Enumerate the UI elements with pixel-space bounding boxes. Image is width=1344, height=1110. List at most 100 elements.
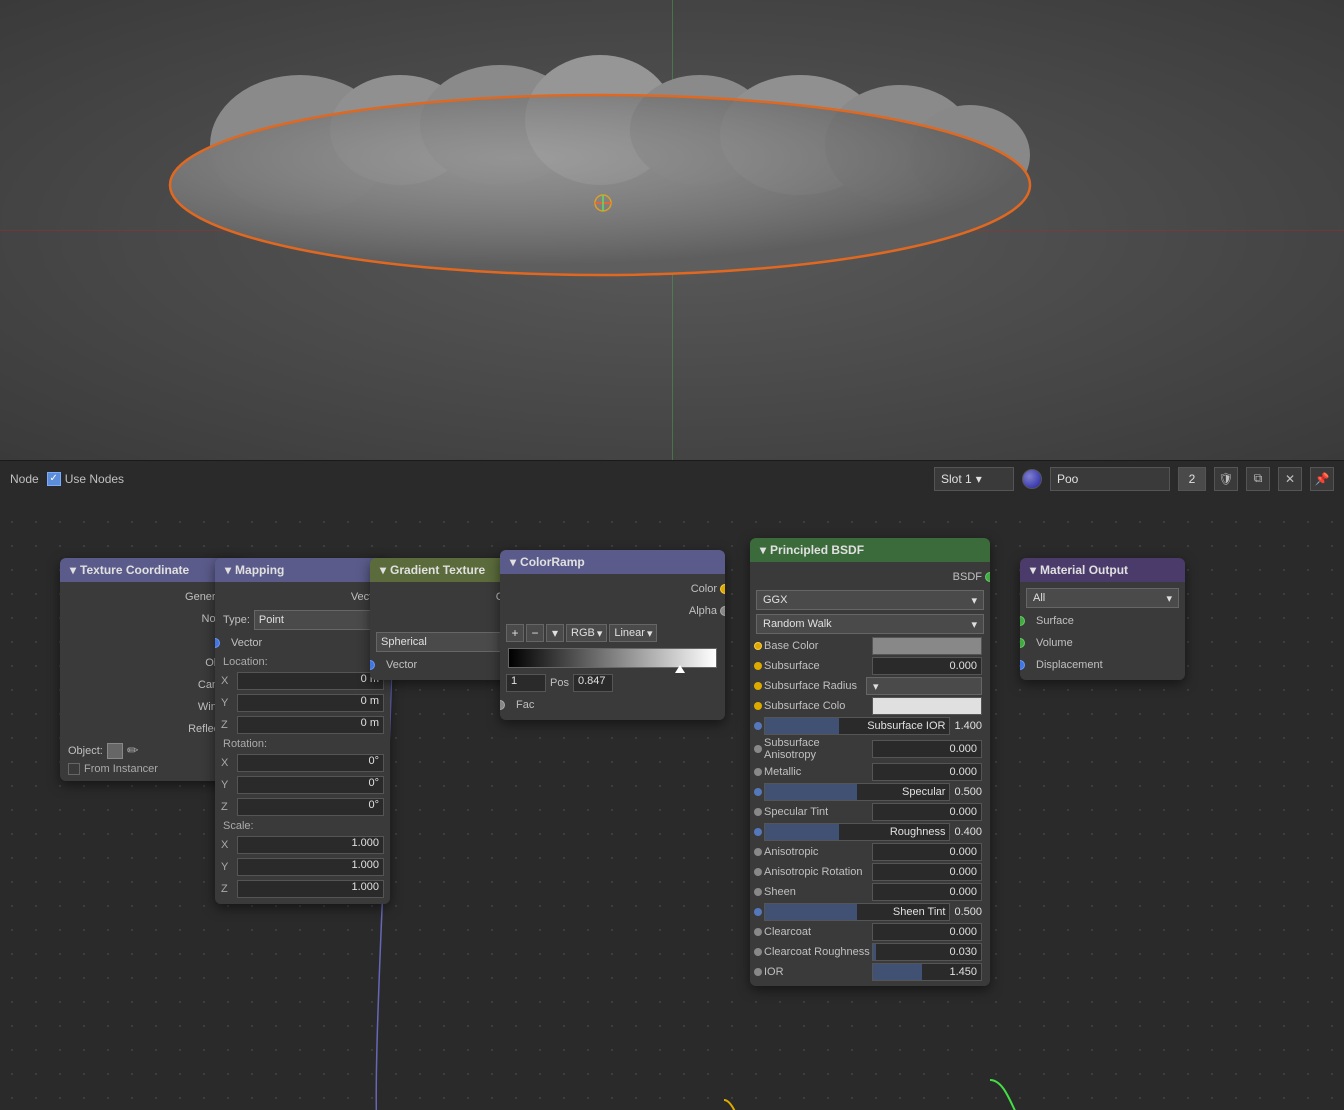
sz-label: Z [221, 883, 233, 895]
colorramp-rgb-mode[interactable]: RGB ▾ [566, 624, 607, 642]
rgb-mode-value: RGB [571, 627, 595, 639]
volume-row: Volume [1020, 632, 1185, 654]
sheen-tint-bar[interactable]: Sheen Tint [764, 903, 950, 921]
dropper-icon[interactable]: ✏ [127, 742, 139, 759]
scale-z-row: Z 1.000 [215, 878, 390, 900]
user-count: 2 [1178, 467, 1206, 491]
displacement-socket [1020, 660, 1025, 670]
location-x-field[interactable]: 0 m [237, 672, 384, 690]
sheen-tint-value: 0.500 [950, 906, 982, 918]
subsurface-color-label: Subsurface Colo [764, 700, 872, 712]
rx-label: X [221, 757, 233, 769]
node-colorramp[interactable]: ▾ ColorRamp Color Alpha + − ▾ RGB ▾ [500, 550, 725, 720]
node-header-colorramp: ▾ ColorRamp [500, 550, 725, 574]
specular-bar[interactable]: Specular [764, 783, 950, 801]
rotation-label: Rotation: [215, 736, 390, 752]
node-principled-bsdf[interactable]: ▾ Principled BSDF BSDF GGX ▾ Random Walk… [750, 538, 990, 986]
shield-icon-btn[interactable]: 🛡 [1214, 467, 1238, 491]
sy-label: Y [221, 861, 233, 873]
sx-label: X [221, 839, 233, 851]
colorramp-fac-row: Fac [500, 694, 725, 716]
anisotropic-bar[interactable]: 0.000 [872, 843, 982, 861]
colorramp-title: ColorRamp [520, 555, 585, 569]
rotation-y-row: Y 0° [215, 774, 390, 796]
distribution-dropdown[interactable]: GGX ▾ [756, 590, 984, 610]
location-z-field[interactable]: 0 m [237, 716, 384, 734]
node-editor[interactable]: ▾ Texture Coordinate Generated Normal UV… [0, 510, 1344, 1110]
subsurface-anisotropy-bar[interactable]: 0.000 [872, 740, 982, 758]
colorramp-remove-btn[interactable]: − [526, 624, 544, 642]
subsurface-label: Subsurface [764, 660, 872, 672]
base-color-preview[interactable] [872, 637, 982, 655]
colorramp-marker[interactable] [675, 665, 685, 673]
specular-tint-socket [754, 808, 762, 816]
colorramp-index-field[interactable]: 1 [506, 674, 546, 692]
subsurface-ior-row: Subsurface IOR 1.400 [750, 716, 990, 736]
anisotropic-rotation-bar[interactable]: 0.000 [872, 863, 982, 881]
mapping-vector-in-row: Vector [215, 632, 390, 654]
subsurface-anisotropy-label: Subsurface Anisotropy [764, 737, 872, 761]
object-picker-icon[interactable] [107, 743, 123, 759]
slot-dropdown[interactable]: Slot 1 ▾ [934, 467, 1014, 491]
colorramp-color-label: Color [691, 583, 717, 595]
anisotropic-row: Anisotropic 0.000 [750, 842, 990, 862]
volume-label: Volume [1036, 637, 1073, 649]
clearcoat-roughness-bar[interactable]: 0.030 [872, 943, 982, 961]
ior-value: 1.450 [873, 966, 981, 978]
slot-label: Slot 1 [941, 472, 972, 486]
metallic-bar[interactable]: 0.000 [872, 763, 982, 781]
subsurface-method-dropdown[interactable]: Random Walk ▾ [756, 614, 984, 634]
roughness-bar[interactable]: Roughness [764, 823, 950, 841]
subsurface-anisotropy-row: Subsurface Anisotropy 0.000 [750, 736, 990, 762]
clearcoat-bar[interactable]: 0.000 [872, 923, 982, 941]
slot-dropdown-arrow: ▾ [976, 472, 982, 486]
ior-bar[interactable]: 1.450 [872, 963, 982, 981]
scale-z-field[interactable]: 1.000 [237, 880, 384, 898]
mat-output-all-dropdown[interactable]: All ▾ [1026, 588, 1179, 608]
specular-socket [754, 788, 762, 796]
viewport[interactable] [0, 0, 1344, 460]
from-instancer-checkbox[interactable] [68, 763, 80, 775]
rotation-x-field[interactable]: 0° [237, 754, 384, 772]
node-material-output[interactable]: ▾ Material Output All ▾ Surface Volume [1020, 558, 1185, 680]
sheen-bar[interactable]: 0.000 [872, 883, 982, 901]
subsurface-ior-bar[interactable]: Subsurface IOR [764, 717, 950, 735]
subsurface-bar[interactable]: 0.000 [872, 657, 982, 675]
rotation-z-field[interactable]: 0° [237, 798, 384, 816]
displacement-label: Displacement [1036, 659, 1103, 671]
type-dropdown[interactable]: Point ▾ [254, 610, 382, 630]
mapping-vector-out-row: Vector [215, 586, 390, 608]
location-y-field[interactable]: 0 m [237, 694, 384, 712]
z-axis-label: Z [221, 719, 233, 731]
close-icon-btn[interactable]: ✕ [1278, 467, 1302, 491]
scale-y-field[interactable]: 1.000 [237, 858, 384, 876]
bsdf-output-socket [985, 572, 990, 582]
location-z-row: Z 0 m [215, 714, 390, 736]
colorramp-color-socket [720, 584, 725, 594]
node-body-colorramp: Color Alpha + − ▾ RGB ▾ Linear ▾ [500, 574, 725, 720]
node-mapping[interactable]: ▾ Mapping Vector Type: Point ▾ Vector Lo… [215, 558, 390, 904]
ry-label: Y [221, 779, 233, 791]
subsurface-radius-dropdown[interactable]: ▾ [866, 677, 982, 695]
colorramp-menu-btn[interactable]: ▾ [546, 624, 564, 642]
specular-tint-bar[interactable]: 0.000 [872, 803, 982, 821]
material-name-input[interactable] [1050, 467, 1170, 491]
copy-icon-btn[interactable]: ⧉ [1246, 467, 1270, 491]
pin-icon-btn[interactable]: 📌 [1310, 467, 1334, 491]
use-nodes-checkbox[interactable]: ✓ Use Nodes [47, 472, 124, 486]
node-body-bsdf: BSDF GGX ▾ Random Walk ▾ Base Co [750, 562, 990, 986]
mapping-vector-in-socket [215, 638, 220, 648]
interpolation-value: Linear [614, 627, 645, 639]
colorramp-add-btn[interactable]: + [506, 624, 524, 642]
colorramp-interpolation[interactable]: Linear ▾ [609, 624, 657, 642]
clearcoat-roughness-label: Clearcoat Roughness [764, 946, 872, 958]
rotation-y-field[interactable]: 0° [237, 776, 384, 794]
colorramp-gradient-bar[interactable] [508, 648, 717, 668]
mat-output-collapse-icon: ▾ [1030, 563, 1036, 577]
scale-x-field[interactable]: 1.000 [237, 836, 384, 854]
colorramp-pos-field[interactable]: 0.847 [573, 674, 613, 692]
surface-socket [1020, 616, 1025, 626]
metallic-row: Metallic 0.000 [750, 762, 990, 782]
subsurface-color-preview[interactable] [872, 697, 982, 715]
gradient-vector-socket [370, 660, 375, 670]
